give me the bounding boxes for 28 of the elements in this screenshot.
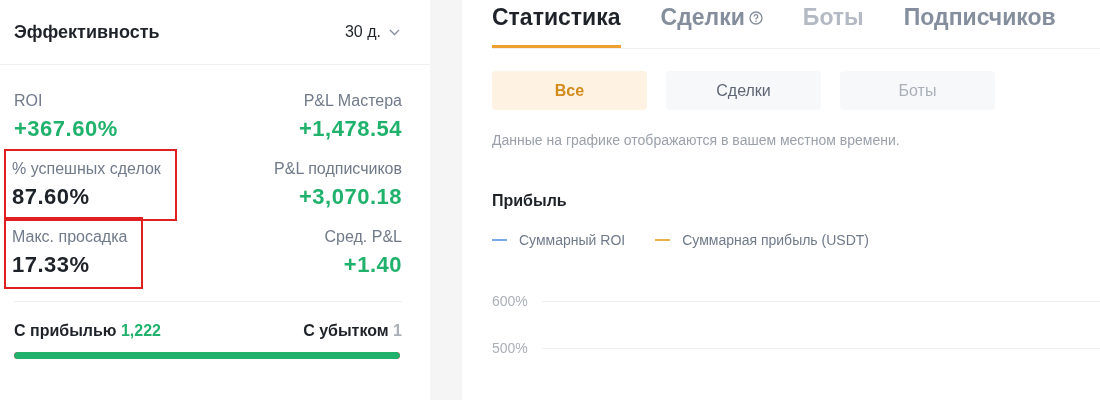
profit-count-text: С прибылью 1,222 — [14, 322, 161, 340]
tab[interactable]: Сделки — [660, 0, 763, 48]
metric-value: +1,478.54 — [299, 116, 402, 142]
legend-label: Суммарная прибыль (USDT) — [682, 232, 869, 248]
legend-label: Суммарный ROI — [519, 232, 626, 248]
loss-count-text: С убытком 1 — [303, 322, 402, 340]
period-select[interactable]: 30 д. — [344, 23, 400, 41]
panel-title: Эффективность — [14, 21, 160, 43]
filter-button[interactable]: Сделки — [666, 71, 821, 110]
metric-value: +3,070.18 — [299, 184, 402, 210]
tab[interactable]: Подписчиков — [903, 0, 1056, 48]
metric-value: +1.40 — [343, 252, 402, 278]
metric-value: +367.60% — [14, 116, 118, 142]
axis-tick-label: 600% — [492, 293, 529, 309]
metric-label: Макс. просадка — [12, 228, 128, 246]
metric-label: % успешных сделок — [12, 160, 161, 178]
filter-button[interactable]: Все — [492, 71, 647, 110]
chevron-down-icon — [389, 28, 400, 36]
chart-title: Прибыль — [492, 191, 568, 210]
timezone-note: Данные на графике отображаются в вашем местном времени. — [492, 131, 901, 148]
metric-label: P&L Мастера — [303, 92, 402, 110]
tab[interactable]: Статистика — [492, 0, 621, 48]
metric-value: 17.33% — [12, 252, 90, 278]
metric-value: 87.60% — [12, 184, 90, 210]
axis-tick-label: 500% — [492, 340, 529, 356]
metric-label: P&L подписчиков — [274, 160, 402, 178]
metric-label: ROI — [14, 92, 43, 110]
metric-label: Сред. P&L — [324, 228, 402, 246]
